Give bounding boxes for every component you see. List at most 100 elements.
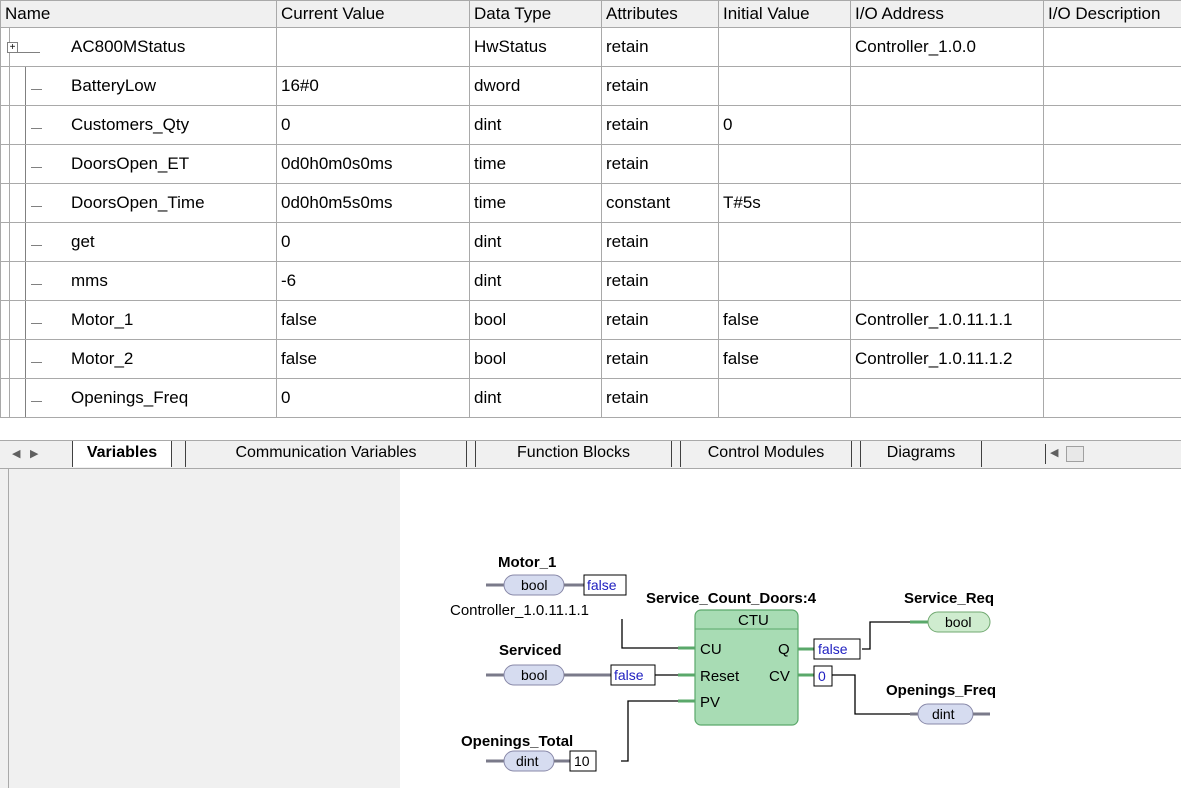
data-type-text: dint [474,388,502,407]
cell-current-value[interactable]: 0 [276,105,470,145]
table-row[interactable]: BatteryLow 16#0 dword retain [0,66,1181,106]
cell-name: DoorsOpen_Time [0,183,277,223]
cell-current-value[interactable]: 0d0h0m0s0ms [276,144,470,184]
motor1-label: Motor_1 [498,554,556,571]
pin-cu: CU [700,641,722,658]
current-value-text: 0 [281,388,291,407]
table-row[interactable]: DoorsOpen_Time 0d0h0m5s0ms time constant T#5… [0,183,1181,223]
tree-line [25,301,26,339]
column-header-current-value[interactable]: Current Value [276,0,470,28]
tree-line [31,128,42,129]
variables-table: Name Current Value Data Type Attributes … [0,0,1181,418]
attributes-text: retain [606,349,649,368]
cell-attributes: retain [601,300,719,340]
cell-io-address [850,261,1044,301]
tab-diagrams[interactable]: Diagrams [860,441,982,467]
cell-data-type: dint [469,105,602,145]
io-address-text: Controller_1.0.0 [855,37,976,56]
cell-io-description [1043,222,1181,262]
current-value-text: 0 [281,232,291,251]
tab-scroll-left-icon[interactable]: ◀ [12,447,20,460]
initial-value-text: false [723,310,759,329]
column-header-initial-value[interactable]: Initial Value [718,0,851,28]
cell-data-type: dint [469,378,602,418]
cell-current-value[interactable]: false [276,300,470,340]
cell-current-value[interactable] [276,27,470,67]
column-header-attributes[interactable]: Attributes [601,0,719,28]
tab-control-modules[interactable]: Control Modules [680,441,852,467]
tree-line [31,401,42,402]
table-row[interactable]: Motor_2 false bool retain false Controller_1.… [0,339,1181,379]
cell-current-value[interactable]: -6 [276,261,470,301]
name-text: Openings_Freq [71,388,189,407]
name-text: DoorsOpen_Time [71,193,205,212]
tree-line [25,106,26,144]
tree-line [25,340,26,378]
cell-io-description [1043,105,1181,145]
service-req-type: bool [945,614,971,630]
tree-line [31,245,42,246]
tree-line [31,362,42,363]
tree-line [25,67,26,105]
cell-current-value[interactable]: 0 [276,222,470,262]
pin-q: Q [778,641,790,658]
scroll-left-icon[interactable]: ◀ [1050,446,1058,459]
cell-initial-value: false [718,339,851,379]
attributes-text: retain [606,388,649,407]
cell-initial-value: 0 [718,105,851,145]
initial-value-text: false [723,349,759,368]
current-value-text: 0d0h0m5s0ms [281,193,393,212]
tab-variables[interactable]: Variables [72,441,172,467]
cell-name: Openings_Freq [0,378,277,418]
column-header-io-address[interactable]: I/O Address [850,0,1044,28]
attributes-text: retain [606,232,649,251]
table-row[interactable]: get 0 dint retain [0,222,1181,262]
cell-io-description [1043,27,1181,67]
attributes-text: retain [606,310,649,329]
table-row[interactable]: mms -6 dint retain [0,261,1181,301]
wire-openings-total-pv [621,700,678,762]
cell-current-value[interactable]: 0d0h0m5s0ms [276,183,470,223]
cell-io-address: Controller_1.0.11.1.2 [850,339,1044,379]
cell-data-type: dint [469,261,602,301]
table-row[interactable]: + AC800MStatus HwStatus retain Controller_1.… [0,27,1181,67]
column-header-name[interactable]: Name [0,0,277,28]
cell-current-value[interactable]: 16#0 [276,66,470,106]
column-header-io-description[interactable]: I/O Description [1043,0,1181,28]
q-value: false [818,641,848,657]
wire-q-service-req [862,621,910,650]
tree-border [9,340,10,378]
table-row[interactable]: Openings_Freq 0 dint retain [0,378,1181,418]
cell-name: DoorsOpen_ET [0,144,277,184]
column-header-data-type[interactable]: Data Type [469,0,602,28]
horizontal-scrollbar[interactable]: ◀ [1045,444,1181,464]
current-value-text: false [281,349,317,368]
initial-value-text: 0 [723,115,733,134]
io-address-text: Controller_1.0.11.1.1 [855,310,1013,329]
name-text: BatteryLow [71,76,157,95]
expand-icon[interactable]: + [7,42,18,53]
tab-function-blocks[interactable]: Function Blocks [475,441,672,467]
motor1-value: false [587,577,617,593]
cell-io-address [850,66,1044,106]
scroll-thumb[interactable] [1066,446,1084,462]
tab-scroll-right-icon[interactable]: ▶ [30,447,38,460]
cell-current-value[interactable]: 0 [276,378,470,418]
table-row[interactable]: Motor_1 false bool retain false Controller_1.… [0,300,1181,340]
table-row[interactable]: DoorsOpen_ET 0d0h0m0s0ms time retain [0,144,1181,184]
cv-value: 0 [818,668,826,684]
tree-line [25,145,26,183]
current-value-text: 0d0h0m0s0ms [281,154,393,173]
tree-line [31,206,42,207]
cell-name: BatteryLow [0,66,277,106]
tree-border [9,379,10,417]
data-type-text: dint [474,115,502,134]
current-value-text: false [281,310,317,329]
tab-communication-variables[interactable]: Communication Variables [185,441,467,467]
openings-freq-label: Openings_Freq [886,682,996,699]
cell-current-value[interactable]: false [276,339,470,379]
cell-initial-value [718,66,851,106]
tree-border [9,145,10,183]
table-row[interactable]: Customers_Qty 0 dint retain 0 [0,105,1181,145]
tree-border [9,67,10,105]
